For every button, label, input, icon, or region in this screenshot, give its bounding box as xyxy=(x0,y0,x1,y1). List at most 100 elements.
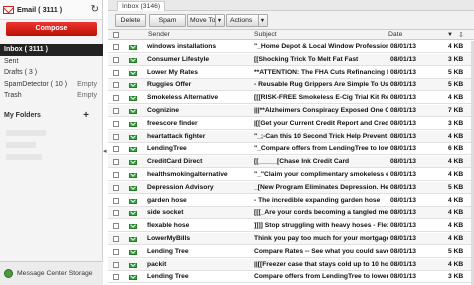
sender-cell[interactable]: flexable hose xyxy=(147,220,251,232)
subject-cell[interactable]: Think you pay too much for your mortgage… xyxy=(254,233,388,245)
table-row[interactable]: garden hose - The incredible expanding ga… xyxy=(108,195,474,207)
table-row[interactable]: healthsmokingalternative "_"Claim your co… xyxy=(108,169,474,181)
row-checkbox[interactable] xyxy=(113,172,119,178)
sender-cell[interactable]: Cognizine xyxy=(147,105,251,117)
table-row[interactable]: side socket [[[_Are your cords becoming a… xyxy=(108,207,474,220)
row-checkbox[interactable] xyxy=(113,184,119,191)
folder-sent[interactable]: Sent xyxy=(0,56,103,68)
subject-cell[interactable]: Compare Rates -- See what you could save… xyxy=(254,246,388,258)
row-checkbox[interactable] xyxy=(113,159,119,166)
folder-drafts[interactable]: Drafts ( 3 ) xyxy=(0,67,103,79)
subject-cell[interactable]: "_Compare offers from LendingTree to low… xyxy=(254,143,388,155)
table-row[interactable]: Lending Tree Compare offers from LendingT… xyxy=(108,271,474,284)
sender-cell[interactable]: packit xyxy=(147,259,251,271)
table-row[interactable]: Smokeless Alternative [[[RISK-FREE Smokel… xyxy=(108,92,474,105)
sender-cell[interactable]: Lending Tree xyxy=(147,246,251,258)
actions-dropdown[interactable]: Actions ▼ xyxy=(226,14,268,27)
subject-cell[interactable]: **ATTENTION: The FHA Cuts Refinancing Re… xyxy=(254,67,388,79)
subject-cell[interactable]: [[Shocking Trick To Melt Fat Fast xyxy=(254,54,388,66)
date-cell: 08/01/13 xyxy=(390,171,417,178)
column-subject[interactable]: Subject xyxy=(254,30,277,40)
sender-cell[interactable]: CreditCard Direct xyxy=(147,156,251,168)
row-checkbox[interactable] xyxy=(113,108,119,114)
row-checkbox[interactable] xyxy=(113,223,119,230)
row-checkbox[interactable] xyxy=(113,197,119,204)
compose-button[interactable]: Compose xyxy=(6,22,97,36)
sender-cell[interactable]: side socket xyxy=(147,207,251,219)
column-sender[interactable]: Sender xyxy=(148,30,170,40)
storage-bar[interactable]: Message Center Storage xyxy=(0,261,103,285)
spam-button[interactable]: Spam xyxy=(149,14,186,27)
tab-inbox[interactable]: Inbox (3146) xyxy=(117,1,166,11)
subject-cell[interactable]: |[[Get your Current Credit Report and Cr… xyxy=(254,118,388,130)
sender-cell[interactable]: Ruggies Offer xyxy=(147,79,251,91)
row-checkbox[interactable] xyxy=(113,133,119,140)
table-row[interactable]: CreditCard Direct [[_____[Chase Ink Credi… xyxy=(108,156,474,169)
folder-inbox[interactable]: Inbox ( 3111 ) xyxy=(0,44,103,56)
subject-cell[interactable]: [[_____[Chase Ink Credit Card xyxy=(254,156,388,168)
row-checkbox[interactable] xyxy=(113,69,119,76)
add-folder-icon[interactable]: + xyxy=(83,110,89,122)
table-row[interactable]: Lower My Rates **ATTENTION: The FHA Cuts … xyxy=(108,67,474,79)
sender-cell[interactable]: Lending Tree xyxy=(147,271,251,283)
sender-cell[interactable]: Consumer Lifestyle xyxy=(147,54,251,66)
subject-cell[interactable]: ||[[Freezer case that stays cold up to 1… xyxy=(254,259,388,271)
table-row[interactable]: Cognizine |||**Alzheimers Conspiracy Expo… xyxy=(108,105,474,117)
sender-cell[interactable]: freescore finder xyxy=(147,118,251,130)
sender-cell[interactable]: LendingTree xyxy=(147,143,251,155)
select-all-checkbox[interactable] xyxy=(113,32,119,38)
table-row[interactable]: freescore finder |[[Get your Current Cred… xyxy=(108,118,474,130)
row-checkbox[interactable] xyxy=(113,236,119,242)
table-row[interactable]: Depression Advisory _[New Program Elimina… xyxy=(108,181,474,194)
row-checkbox[interactable] xyxy=(113,56,119,63)
folder-spamdetector[interactable]: SpamDetector ( 10 ) Empty xyxy=(0,79,103,91)
table-row[interactable]: Lending Tree Compare Rates -- See what yo… xyxy=(108,246,474,258)
sort-down-icon[interactable]: ▼ xyxy=(447,30,453,40)
row-checkbox[interactable] xyxy=(113,146,119,153)
sender-cell[interactable]: windows installations xyxy=(147,41,251,53)
table-row[interactable]: Consumer Lifestyle [[Shocking Trick To Me… xyxy=(108,53,474,66)
row-checkbox[interactable] xyxy=(113,82,119,89)
subject-cell[interactable]: - Reusable Rug Grippers Are Simple To Us… xyxy=(254,79,388,91)
refresh-icon[interactable]: ↻ xyxy=(91,4,99,15)
table-row[interactable]: LendingTree "_Compare offers from Lending… xyxy=(108,143,474,156)
subject-cell[interactable]: [[[_Are your cords becoming a tangled me… xyxy=(254,207,388,219)
row-checkbox[interactable] xyxy=(113,44,119,50)
row-checkbox[interactable] xyxy=(113,210,119,217)
sender-cell[interactable]: Lower My Rates xyxy=(147,67,251,79)
sender-cell[interactable]: healthsmokingalternative xyxy=(147,169,251,181)
delete-button[interactable]: Delete xyxy=(115,14,146,27)
subject-cell[interactable]: "_"Claim your complimentary smokeless e-… xyxy=(254,169,388,181)
sender-cell[interactable]: heartattack fighter xyxy=(147,131,251,143)
table-row[interactable]: flexable hose]]]] Stop struggling with h… xyxy=(108,220,474,233)
table-row[interactable]: LowerMyBills Think you pay too much for y… xyxy=(108,233,474,245)
empty-trash-link[interactable]: Empty xyxy=(77,90,97,102)
row-checkbox[interactable] xyxy=(113,248,119,255)
subject-cell[interactable]: [[[RISK-FREE Smokeless E-Cig Trial Kit R… xyxy=(254,92,388,104)
row-checkbox[interactable] xyxy=(113,95,119,102)
row-checkbox[interactable] xyxy=(113,120,119,127)
table-row[interactable]: windows installations "_Home Depot & Loca… xyxy=(108,41,474,53)
table-row[interactable]: Ruggies Offer - Reusable Rug Grippers Are… xyxy=(108,79,474,92)
subject-cell[interactable]: _[New Program Eliminates Depression. Hel… xyxy=(254,182,388,194)
sender-cell[interactable]: Smokeless Alternative xyxy=(147,92,251,104)
sender-cell[interactable]: garden hose xyxy=(147,195,251,207)
attachment-icon: ⇩ xyxy=(458,32,464,39)
sender-cell[interactable]: LowerMyBills xyxy=(147,233,251,245)
folder-trash[interactable]: Trash Empty xyxy=(0,90,103,102)
subject-cell[interactable]: "_Home Depot & Local Window Professional… xyxy=(254,41,388,53)
subject-cell[interactable]: "_;-Can this 10 Second Trick Help Preven… xyxy=(254,131,388,143)
row-checkbox[interactable] xyxy=(113,261,119,268)
row-checkbox[interactable] xyxy=(113,274,119,281)
column-date[interactable]: Date xyxy=(388,30,402,40)
table-row[interactable]: heartattack fighter "_;-Can this 10 Secon… xyxy=(108,130,474,143)
subject-cell[interactable]: |||**Alzheimers Conspiracy Exposed One O… xyxy=(254,105,388,117)
subject-cell[interactable]: - The incredible expanding garden hose xyxy=(254,195,388,207)
move-to-dropdown[interactable]: Move To ▼ xyxy=(187,14,225,27)
table-row[interactable]: packit ||[[Freezer case that stays cold u… xyxy=(108,258,474,271)
storage-label: Message Center Storage xyxy=(17,270,93,277)
sender-cell[interactable]: Depression Advisory xyxy=(147,182,251,194)
subject-cell[interactable]: Compare offers from LendingTree to lower… xyxy=(254,271,388,283)
empty-spam-link[interactable]: Empty xyxy=(77,79,97,91)
subject-cell[interactable]: ]]]] Stop struggling with heavy hoses - … xyxy=(254,220,388,232)
